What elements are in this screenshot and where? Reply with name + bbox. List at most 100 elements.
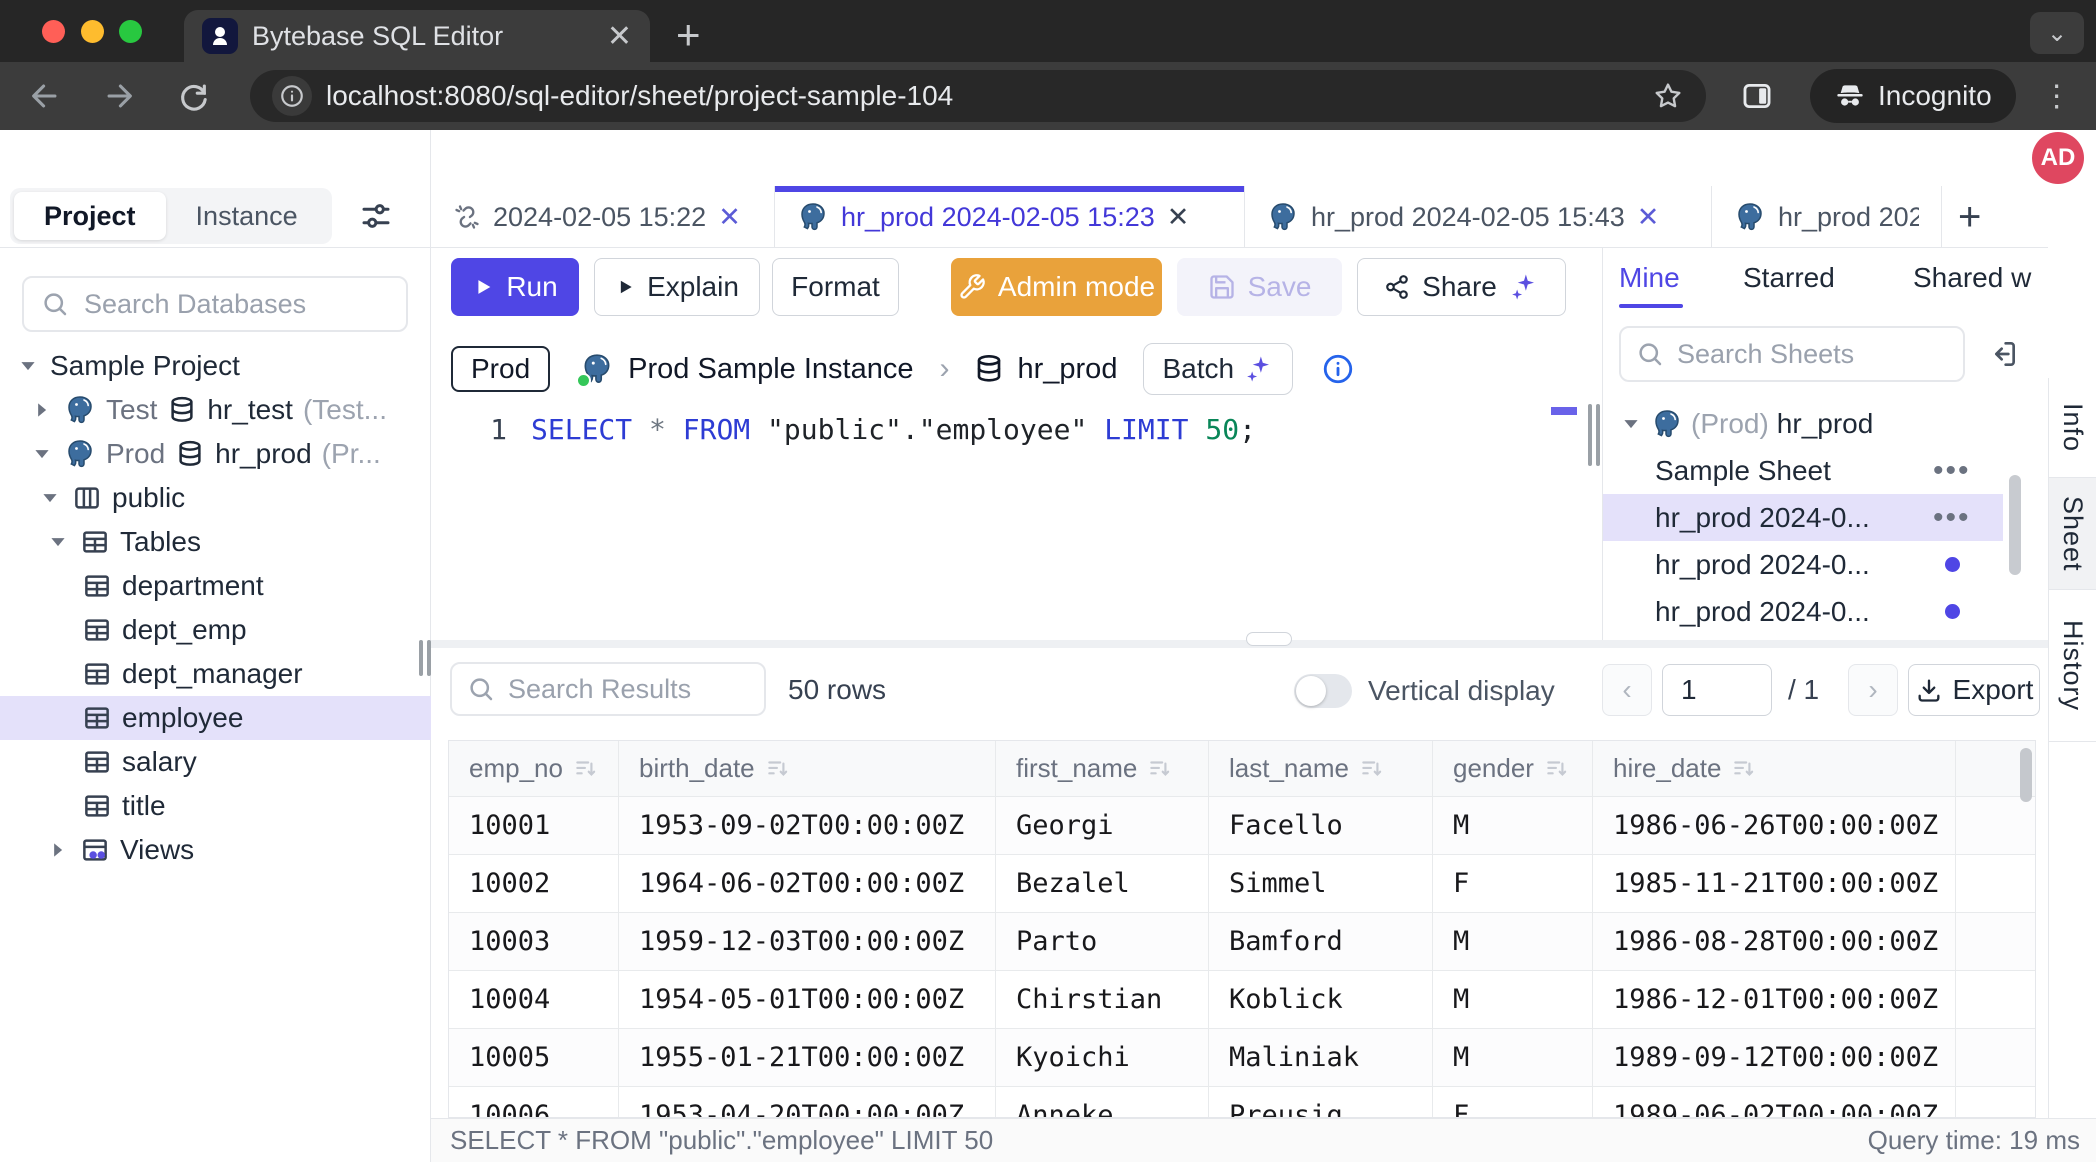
panel-resize-handle[interactable] — [1596, 404, 1600, 466]
tree-item-views[interactable]: Views — [0, 828, 431, 872]
window-minimize-button[interactable] — [81, 20, 104, 43]
column-header-emp_no[interactable]: emp_no — [449, 741, 619, 796]
caret-down-icon[interactable] — [16, 355, 40, 377]
window-zoom-button[interactable] — [119, 20, 142, 43]
sheet-item[interactable]: hr_prod 2024-0... — [1603, 588, 2048, 635]
database-name[interactable]: hr_prod — [1017, 353, 1117, 386]
search-databases-input[interactable]: Search Databases — [22, 276, 408, 332]
table-row[interactable]: 100061953-04-20T00:00:00ZAnnekePreusigF1… — [449, 1087, 2035, 1118]
explain-button[interactable]: Explain — [594, 258, 760, 316]
tab-close-icon[interactable]: ✕ — [607, 19, 632, 54]
search-results-input[interactable]: Search Results — [450, 662, 766, 716]
tab-search-chevron-icon[interactable]: ⌄ — [2030, 12, 2084, 54]
sheet-item[interactable]: hr_prod 2024-0...••• — [1603, 494, 2003, 541]
table-scrollbar[interactable] — [2020, 748, 2032, 802]
sql-editor[interactable]: 1 SELECT * FROM "public"."employee" LIMI… — [431, 400, 1602, 640]
tab-history[interactable]: History — [2049, 590, 2096, 742]
tab-instance[interactable]: Instance — [166, 192, 328, 240]
caret-down-icon[interactable] — [1619, 413, 1643, 435]
table-cell: 1959-12-03T00:00:00Z — [619, 913, 996, 970]
tree-item-dept_emp[interactable]: dept_emp — [0, 608, 431, 652]
admin-mode-button[interactable]: Admin mode — [951, 258, 1162, 316]
column-header-gender[interactable]: gender — [1433, 741, 1593, 796]
editor-tab[interactable]: 2024-02-05 15:22✕ — [431, 186, 775, 248]
site-info-icon[interactable] — [272, 76, 312, 116]
editor-tab[interactable]: hr_prod 2024-02-05 15:23✕ — [775, 186, 1245, 248]
next-page-button[interactable]: › — [1848, 664, 1898, 716]
side-panel-icon[interactable] — [1740, 79, 1774, 113]
page-number-input[interactable]: 1 — [1662, 664, 1772, 716]
tree-item-dept_manager[interactable]: dept_manager — [0, 652, 431, 696]
tree-item-department[interactable]: department — [0, 564, 431, 608]
tab-info[interactable]: Info — [2049, 378, 2096, 478]
tree-item-test[interactable]: Testhr_test(Test... — [0, 388, 431, 432]
table-row[interactable]: 100031959-12-03T00:00:00ZPartoBamfordM19… — [449, 913, 2035, 971]
user-avatar[interactable]: AD — [2032, 132, 2084, 184]
vertical-display-toggle[interactable] — [1294, 674, 1352, 708]
run-button[interactable]: Run — [451, 258, 579, 316]
column-header-hire_date[interactable]: hire_date — [1593, 741, 1956, 796]
tree-item-salary[interactable]: salary — [0, 740, 431, 784]
tab-project[interactable]: Project — [14, 192, 166, 240]
save-button[interactable]: Save — [1177, 258, 1342, 316]
new-sheet-icon[interactable]: + — [1942, 186, 1997, 248]
sheet-item[interactable]: hr_prod 2024-0... — [1603, 541, 2048, 588]
caret-down-icon[interactable] — [46, 531, 70, 553]
table-row[interactable]: 100051955-01-21T00:00:00ZKyoichiMaliniak… — [449, 1029, 2035, 1087]
tab-sheet[interactable]: Sheet — [2049, 478, 2096, 590]
tree-item-prod[interactable]: Prodhr_prod(Pr... — [0, 432, 431, 476]
share-button[interactable]: Share — [1357, 258, 1566, 316]
info-icon[interactable] — [1321, 352, 1355, 386]
editor-tab[interactable]: hr_prod 2024-0 — [1712, 186, 1942, 248]
close-tab-icon[interactable]: ✕ — [718, 202, 741, 233]
export-button[interactable]: Export — [1908, 664, 2040, 716]
table-row[interactable]: 100011953-09-02T00:00:00ZGeorgiFacelloM1… — [449, 797, 2035, 855]
panel-resize-handle[interactable] — [1588, 404, 1592, 466]
bookmark-star-icon[interactable] — [1652, 80, 1684, 112]
sheet-scrollbar[interactable] — [2009, 475, 2021, 575]
import-sheet-icon[interactable] — [1987, 338, 2019, 370]
table-row[interactable]: 100021964-06-02T00:00:00ZBezalelSimmelF1… — [449, 855, 2035, 913]
batch-button[interactable]: Batch — [1143, 343, 1293, 395]
table-cell: 10001 — [449, 797, 619, 854]
sheet-item[interactable]: Sample Sheet••• — [1603, 447, 2048, 494]
reload-icon[interactable] — [176, 79, 210, 113]
tree-item-sampleproject[interactable]: Sample Project — [0, 344, 431, 388]
editor-tab[interactable]: hr_prod 2024-02-05 15:43✕ — [1245, 186, 1712, 248]
format-button[interactable]: Format — [772, 258, 899, 316]
window-close-button[interactable] — [42, 20, 65, 43]
browser-menu-icon[interactable]: ⋮ — [2042, 79, 2072, 114]
caret-down-icon[interactable] — [38, 487, 62, 509]
tree-item-tables[interactable]: Tables — [0, 520, 431, 564]
tab-shared-with-me[interactable]: Shared w — [1913, 262, 2031, 294]
sheet-group[interactable]: (Prod) hr_prod — [1603, 400, 2048, 447]
tab-mine[interactable]: Mine — [1619, 262, 1680, 294]
tree-item-employee[interactable]: employee — [0, 696, 431, 740]
browser-tab[interactable]: Bytebase SQL Editor ✕ — [184, 10, 650, 62]
forward-icon[interactable] — [102, 79, 136, 113]
database-icon — [973, 353, 1005, 385]
tree-item-public[interactable]: public — [0, 476, 431, 520]
prev-page-button[interactable]: ‹ — [1602, 664, 1652, 716]
caret-right-icon[interactable] — [30, 399, 54, 421]
sheet-menu-icon[interactable]: ••• — [1933, 454, 1971, 488]
caret-right-icon[interactable] — [46, 839, 70, 861]
column-header-birth_date[interactable]: birth_date — [619, 741, 996, 796]
new-tab-icon[interactable]: + — [676, 14, 701, 56]
column-header-first_name[interactable]: first_name — [996, 741, 1209, 796]
panel-drag-pill[interactable] — [1246, 632, 1292, 646]
column-header-last_name[interactable]: last_name — [1209, 741, 1433, 796]
close-tab-icon[interactable]: ✕ — [1167, 202, 1190, 233]
caret-down-icon[interactable] — [30, 443, 54, 465]
table-row[interactable]: 100041954-05-01T00:00:00ZChirstianKoblic… — [449, 971, 2035, 1029]
search-sheets-input[interactable]: Search Sheets — [1619, 326, 1965, 382]
tab-starred[interactable]: Starred — [1743, 262, 1835, 294]
sheet-menu-icon[interactable]: ••• — [1933, 501, 1971, 535]
url-bar[interactable]: localhost:8080/sql-editor/sheet/project-… — [250, 70, 1706, 122]
tree-item-title[interactable]: title — [0, 784, 431, 828]
instance-name[interactable]: Prod Sample Instance — [628, 353, 913, 386]
sidebar-resize-handle[interactable] — [419, 640, 423, 676]
close-tab-icon[interactable]: ✕ — [1637, 202, 1660, 233]
back-icon[interactable] — [28, 79, 62, 113]
filter-sliders-icon[interactable] — [358, 198, 394, 234]
